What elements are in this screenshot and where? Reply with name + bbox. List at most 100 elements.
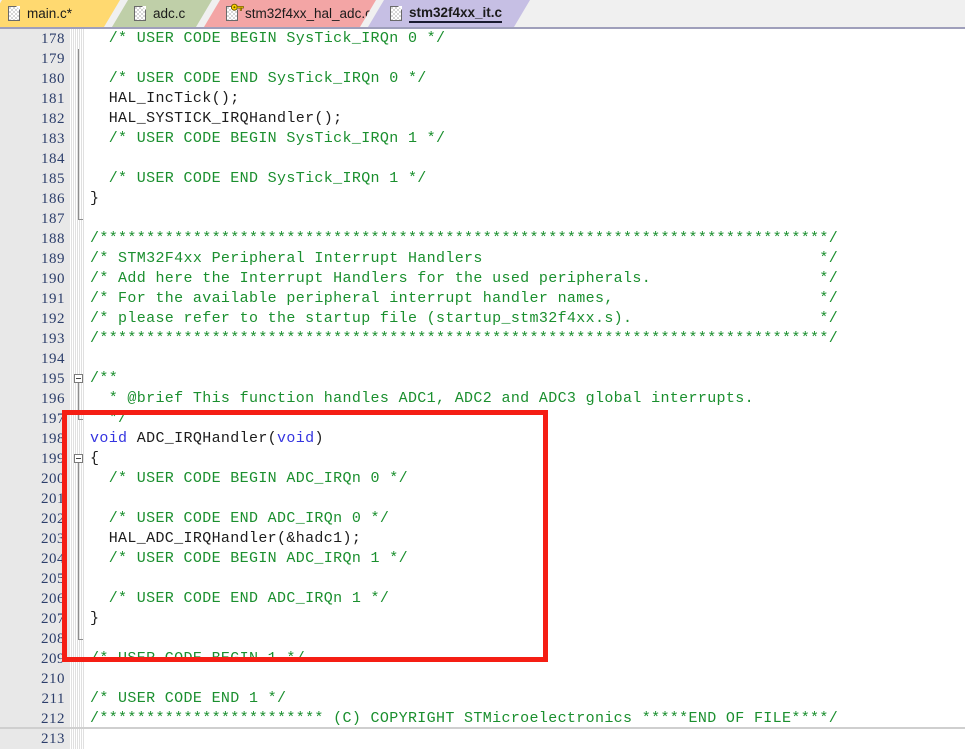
key-icon — [231, 3, 244, 12]
line-number[interactable]: 211 — [0, 689, 70, 709]
code-line[interactable]: 184 — [0, 149, 965, 169]
line-number[interactable]: 212 — [0, 709, 70, 729]
code-line[interactable]: 178 /* USER CODE BEGIN SysTick_IRQn 0 */ — [0, 29, 965, 49]
gutter-strip — [70, 669, 84, 689]
code-line[interactable]: 183 /* USER CODE BEGIN SysTick_IRQn 1 */ — [0, 129, 965, 149]
line-number[interactable]: 186 — [0, 189, 70, 209]
line-number[interactable]: 191 — [0, 289, 70, 309]
editor-tab-1[interactable]: main.c* — [0, 0, 120, 27]
editor-tab-3[interactable]: stm32f4xx_hal_adc.c — [204, 0, 376, 27]
document-icon — [390, 6, 402, 21]
code-line[interactable]: 189 /* STM32F4xx Peripheral Interrupt Han… — [0, 249, 965, 269]
code-token-cm: * @brief This function handles ADC1, ADC… — [90, 390, 754, 407]
line-number[interactable]: 201 — [0, 489, 70, 509]
code-text: /* USER CODE END SysTick_IRQn 0 */ — [90, 69, 427, 89]
code-line[interactable]: 180 /* USER CODE END SysTick_IRQn 0 */ — [0, 69, 965, 89]
line-number[interactable]: 205 — [0, 569, 70, 589]
line-number[interactable]: 195 — [0, 369, 70, 389]
code-line[interactable]: 205 — [0, 569, 965, 589]
line-number[interactable]: 199 — [0, 449, 70, 469]
code-line[interactable]: 194 — [0, 349, 965, 369]
line-number[interactable]: 209 — [0, 649, 70, 669]
line-number[interactable]: 194 — [0, 349, 70, 369]
code-token-cm: /* USER CODE END ADC_IRQn 1 */ — [90, 590, 390, 607]
line-number[interactable]: 187 — [0, 209, 70, 229]
fold-guide-line — [78, 49, 79, 69]
code-line[interactable]: 208 — [0, 629, 965, 649]
code-line[interactable]: 182 HAL_SYSTICK_IRQHandler(); — [0, 109, 965, 129]
gutter-strip — [70, 729, 84, 749]
line-number[interactable]: 190 — [0, 269, 70, 289]
code-text: */ — [90, 409, 127, 429]
code-line[interactable]: 199 { — [0, 449, 965, 469]
line-number[interactable]: 180 — [0, 69, 70, 89]
code-text: * @brief This function handles ADC1, ADC… — [90, 389, 754, 409]
code-line[interactable]: 210 — [0, 669, 965, 689]
code-token-cm: /***************************************… — [90, 230, 839, 247]
gutter-strip — [70, 709, 84, 729]
line-number[interactable]: 213 — [0, 729, 70, 749]
code-line[interactable]: 192 /* please refer to the startup file (… — [0, 309, 965, 329]
line-number[interactable]: 208 — [0, 629, 70, 649]
code-line[interactable]: 206 /* USER CODE END ADC_IRQn 1 */ — [0, 589, 965, 609]
code-line[interactable]: 204 /* USER CODE BEGIN ADC_IRQn 1 */ — [0, 549, 965, 569]
code-editor-pane[interactable]: 178 /* USER CODE BEGIN SysTick_IRQn 0 */… — [0, 27, 965, 756]
code-token-cm: */ — [90, 410, 128, 427]
document-icon — [8, 6, 20, 21]
line-number[interactable]: 188 — [0, 229, 70, 249]
gutter-strip — [70, 309, 84, 329]
line-number[interactable]: 183 — [0, 129, 70, 149]
fold-guide-line — [78, 69, 79, 89]
code-line[interactable]: 193 /************************************… — [0, 329, 965, 349]
code-line[interactable]: 209 /* USER CODE BEGIN 1 */ — [0, 649, 965, 669]
code-line[interactable]: 201 — [0, 489, 965, 509]
editor-tab-4[interactable]: stm32f4xx_it.c — [368, 0, 530, 27]
line-number[interactable]: 200 — [0, 469, 70, 489]
code-line[interactable]: 187 — [0, 209, 965, 229]
code-line[interactable]: 196 * @brief This function handles ADC1,… — [0, 389, 965, 409]
line-number[interactable]: 189 — [0, 249, 70, 269]
code-token-cm: /***************************************… — [90, 330, 839, 347]
line-number[interactable]: 185 — [0, 169, 70, 189]
line-number[interactable]: 196 — [0, 389, 70, 409]
editor-tab-2[interactable]: adc.c — [112, 0, 212, 27]
code-line[interactable]: 195 /** — [0, 369, 965, 389]
line-number[interactable]: 193 — [0, 329, 70, 349]
code-line[interactable]: 190 /* Add here the Interrupt Handlers fo… — [0, 269, 965, 289]
code-line[interactable]: 181 HAL_IncTick(); — [0, 89, 965, 109]
code-line[interactable]: 179 — [0, 49, 965, 69]
line-number[interactable]: 204 — [0, 549, 70, 569]
code-line[interactable]: 202 /* USER CODE END ADC_IRQn 0 */ — [0, 509, 965, 529]
fold-collapse-icon[interactable] — [74, 454, 83, 463]
code-token-pl: HAL_IncTick(); — [90, 90, 240, 107]
code-line[interactable]: 211 /* USER CODE END 1 */ — [0, 689, 965, 709]
line-number[interactable]: 203 — [0, 529, 70, 549]
code-token-pl: } — [90, 610, 100, 627]
code-line[interactable]: 203 HAL_ADC_IRQHandler(&hadc1); — [0, 529, 965, 549]
line-number[interactable]: 184 — [0, 149, 70, 169]
code-line[interactable]: 197 */ — [0, 409, 965, 429]
code-line[interactable]: 213 — [0, 729, 965, 749]
code-line[interactable]: 198 void ADC_IRQHandler(void) — [0, 429, 965, 449]
code-line[interactable]: 200 /* USER CODE BEGIN ADC_IRQn 0 */ — [0, 469, 965, 489]
line-number[interactable]: 192 — [0, 309, 70, 329]
line-number[interactable]: 206 — [0, 589, 70, 609]
code-line[interactable]: 212 /************************ (C) COPYRIG… — [0, 709, 965, 729]
line-number[interactable]: 179 — [0, 49, 70, 69]
line-number[interactable]: 181 — [0, 89, 70, 109]
line-number[interactable]: 182 — [0, 109, 70, 129]
line-number[interactable]: 178 — [0, 29, 70, 49]
code-line[interactable]: 185 /* USER CODE END SysTick_IRQn 1 */ — [0, 169, 965, 189]
code-line[interactable]: 188 /************************************… — [0, 229, 965, 249]
line-number[interactable]: 207 — [0, 609, 70, 629]
line-number[interactable]: 198 — [0, 429, 70, 449]
line-number[interactable]: 210 — [0, 669, 70, 689]
fold-guide-line — [78, 189, 79, 209]
fold-collapse-icon[interactable] — [74, 374, 83, 383]
line-number[interactable]: 202 — [0, 509, 70, 529]
code-line[interactable]: 207} — [0, 609, 965, 629]
code-text: /***************************************… — [90, 329, 838, 349]
code-line[interactable]: 191 /* For the available peripheral inter… — [0, 289, 965, 309]
code-line[interactable]: 186} — [0, 189, 965, 209]
line-number[interactable]: 197 — [0, 409, 70, 429]
